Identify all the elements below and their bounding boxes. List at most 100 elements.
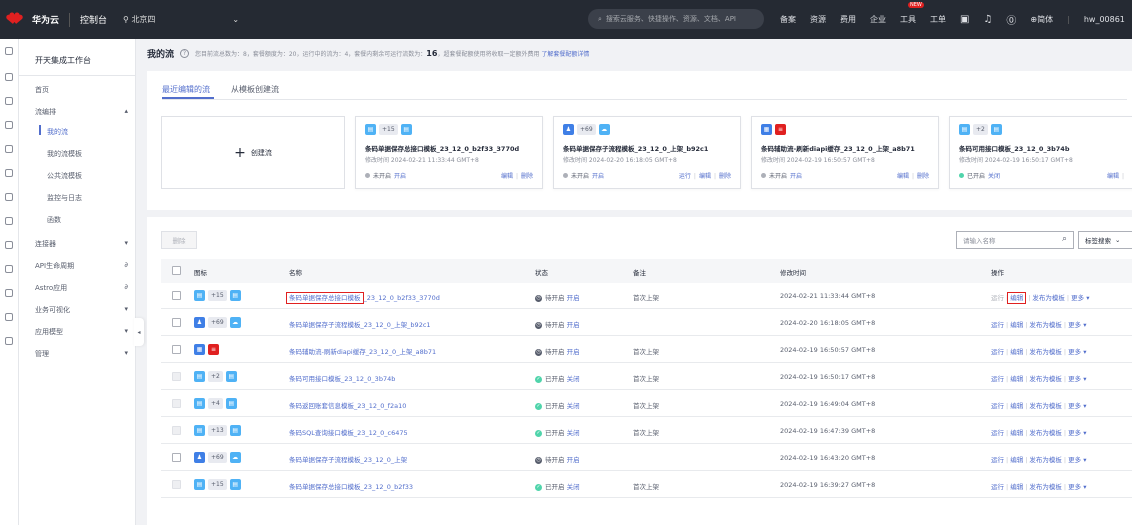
console-link[interactable]: 控制台 (80, 13, 107, 26)
service-icon[interactable] (5, 265, 13, 273)
disable-link[interactable]: 关闭 (567, 483, 580, 491)
row-checkbox[interactable] (172, 480, 181, 489)
sidebar-collapse-button[interactable]: ◂ (134, 318, 144, 346)
flow-card[interactable]: ▤ +2 ▤ 条码可用接口模板_23_12_0_3b74b 修改时间 2024-… (949, 116, 1132, 189)
help-icon[interactable]: ? (180, 49, 190, 58)
enable-link[interactable]: 开启 (790, 171, 802, 180)
search-icon[interactable]: ⌕ (1062, 234, 1067, 244)
name-search-input[interactable]: 请输入名称 ⌕ (956, 231, 1074, 249)
nav-beian[interactable]: 备案 (780, 14, 796, 25)
edit-link[interactable]: 编辑 (1010, 402, 1023, 410)
edit-link[interactable]: 编辑 (1010, 375, 1023, 383)
delete-link[interactable]: 删除 (521, 173, 533, 180)
run-link[interactable]: 运行 (991, 402, 1004, 410)
sidebar-item-manage[interactable]: 管理 ▾ (35, 349, 128, 359)
publish-template-link[interactable]: 发布为模板 (1029, 456, 1062, 464)
delete-button[interactable]: 删除 (161, 231, 197, 249)
sidebar-item-my-flow[interactable]: 我的流 (47, 127, 68, 137)
run-link[interactable]: 运行 (991, 348, 1004, 356)
create-flow-card[interactable]: + 创建流 (161, 116, 345, 189)
region-selector[interactable]: ⚲ 北京四 ⌄ (123, 14, 239, 25)
global-search-input[interactable]: ⌕ 搜索云服务、快捷操作、资源、文档、API (588, 9, 764, 29)
tab-recent[interactable]: 最近编辑的流 (162, 84, 210, 95)
quota-details-link[interactable]: 了解套餐配额详情 (541, 51, 589, 58)
select-all-checkbox[interactable] (172, 266, 181, 275)
more-dropdown[interactable]: 更多 ▾ (1071, 294, 1089, 302)
row-checkbox[interactable] (172, 372, 181, 381)
flow-card[interactable]: ▤ +15 ▤ 条码单据保存总接口模板_23_12_0_b2f33_3770d … (355, 116, 543, 189)
edit-link[interactable]: 编辑 (1007, 292, 1027, 304)
sidebar-item-flow[interactable]: 流编排 ▴ (35, 107, 128, 117)
flow-name-link[interactable]: 条码可用接口模板_23_12_0_3b74b (289, 373, 395, 383)
delete-link[interactable]: 删除 (917, 173, 929, 180)
sidebar-item-monitor[interactable]: 监控与日志 (47, 193, 82, 203)
publish-template-link[interactable]: 发布为模板 (1029, 321, 1062, 329)
edit-link[interactable]: 编辑 (897, 173, 909, 180)
run-link[interactable]: 运行 (991, 429, 1004, 437)
service-icon[interactable] (5, 217, 13, 225)
edit-link[interactable]: 编辑 (1010, 348, 1023, 356)
more-dropdown[interactable]: 更多 ▾ (1068, 456, 1086, 464)
run-link[interactable]: 运行 (991, 294, 1004, 302)
service-icon[interactable] (5, 145, 13, 153)
service-icon[interactable] (5, 73, 13, 81)
sidebar-item-home[interactable]: 首页 (35, 85, 128, 95)
tab-from-template[interactable]: 从模板创建流 (231, 84, 279, 95)
disable-link[interactable]: 关闭 (988, 171, 1000, 180)
service-icon[interactable] (5, 97, 13, 105)
row-checkbox[interactable] (172, 453, 181, 462)
brand-name[interactable]: 华为云 (32, 13, 59, 26)
disable-link[interactable]: 关闭 (567, 402, 580, 410)
flow-name-link[interactable]: 条码SQL查询接口模板_23_12_0_c6475 (289, 427, 408, 437)
service-icon[interactable] (5, 169, 13, 177)
service-icon[interactable] (5, 337, 13, 345)
more-dropdown[interactable]: 更多 ▾ (1068, 402, 1086, 410)
row-checkbox[interactable] (172, 291, 181, 300)
edit-link[interactable]: 编辑 (501, 173, 513, 180)
service-icon[interactable] (5, 121, 13, 129)
more-dropdown[interactable]: 更多 ▾ (1068, 375, 1086, 383)
help-icon[interactable]: ⓪ (1006, 12, 1016, 27)
publish-template-link[interactable]: 发布为模板 (1029, 348, 1062, 356)
edit-link[interactable]: 编辑 (1010, 456, 1023, 464)
sidebar-item-app-model[interactable]: 应用模型 ▾ (35, 327, 128, 337)
service-icon[interactable] (5, 289, 13, 297)
enable-link[interactable]: 开启 (592, 171, 604, 180)
row-checkbox[interactable] (172, 399, 181, 408)
sidebar-item-my-templates[interactable]: 我的流模板 (47, 149, 82, 159)
disable-link[interactable]: 关闭 (567, 375, 580, 383)
flow-card[interactable]: ♟ +69 ☁ 条码单据保存子流程模板_23_12_0_上架_b92c1 修改时… (553, 116, 741, 189)
nav-tools[interactable]: 工具 (900, 14, 916, 25)
sidebar-item-api-lifecycle[interactable]: API生命周期 ∂ (35, 261, 128, 271)
edit-link[interactable]: 编辑 (1010, 483, 1023, 491)
publish-template-link[interactable]: 发布为模板 (1029, 429, 1062, 437)
sidebar-item-biz-visual[interactable]: 业务可视化 ▾ (35, 305, 128, 315)
nav-tickets[interactable]: 工单 (930, 14, 946, 25)
nav-billing[interactable]: 费用 (840, 14, 856, 25)
publish-template-link[interactable]: 发布为模板 (1029, 375, 1062, 383)
message-icon[interactable]: ▣ (960, 14, 969, 25)
run-link[interactable]: 运行 (991, 483, 1004, 491)
run-link[interactable]: 运行 (991, 456, 1004, 464)
enable-link[interactable]: 开启 (567, 456, 580, 464)
enable-link[interactable]: 开启 (394, 171, 406, 180)
service-icon[interactable] (5, 313, 13, 321)
nav-resources[interactable]: 资源 (810, 14, 826, 25)
more-dropdown[interactable]: 更多 ▾ (1068, 348, 1086, 356)
enable-link[interactable]: 开启 (567, 294, 580, 302)
publish-template-link[interactable]: 发布为模板 (1032, 294, 1065, 302)
flow-name-link[interactable]: 条码单据保存子流程模板_23_12_0_上架 (289, 454, 407, 464)
sidebar-item-functions[interactable]: 函数 (47, 215, 61, 225)
flow-name-link[interactable]: 条码单据保存总接口模板_23_12_0_b2f33 (289, 481, 413, 491)
sidebar-item-public-templates[interactable]: 公共流模板 (47, 171, 82, 181)
huawei-logo-icon[interactable] (5, 11, 24, 29)
edit-link[interactable]: 编辑 (1107, 173, 1119, 180)
sidebar-item-astro[interactable]: Astro应用 ∂ (35, 283, 128, 293)
edit-link[interactable]: 编辑 (699, 173, 711, 180)
run-link[interactable]: 运行 (679, 173, 691, 180)
service-icon[interactable] (5, 241, 13, 249)
flow-name-link[interactable]: 条码单据保存总接口模板 _23_12_0_b2f33_3770d (286, 292, 440, 304)
more-dropdown[interactable]: 更多 ▾ (1068, 321, 1086, 329)
flow-card[interactable]: ▦ ≡ 条码辅助流-刷新diapi缓存_23_12_0_上架_a8b71 修改时… (751, 116, 939, 189)
publish-template-link[interactable]: 发布为模板 (1029, 402, 1062, 410)
